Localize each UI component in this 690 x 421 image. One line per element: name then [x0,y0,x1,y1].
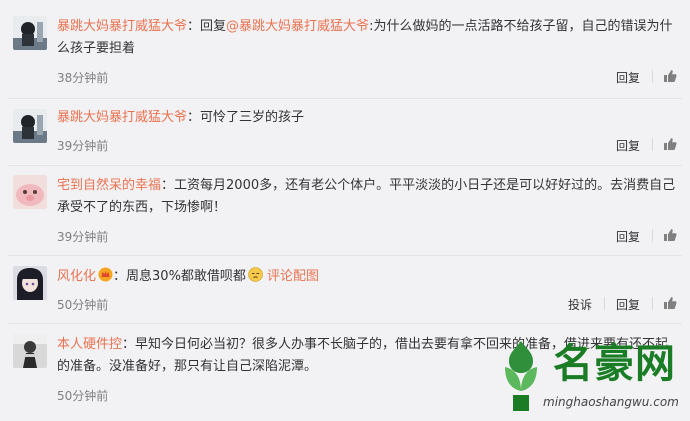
comment-separator: ： [161,178,175,193]
thumbs-up-icon [664,297,677,309]
comment-body: 暴跳大妈暴打威猛大爷：回复@暴跳大妈暴打威猛大爷:为什么做妈的一点活路不给孩子留… [57,16,676,60]
like-button[interactable] [663,228,677,242]
comment-image-link[interactable]: 评论配图 [267,269,319,284]
comment-list: 暴跳大妈暴打威猛大爷：回复@暴跳大妈暴打威猛大爷:为什么做妈的一点活路不给孩子留… [0,0,690,421]
watermark-url: minghaoshangwu.com [543,395,679,409]
crown-emoji-icon [98,267,113,282]
comment-item: 风化化 ：周息30%都敢借呗都 评论配图 50分钟前 投诉 回复 [0,256,690,323]
watermark-logo [505,341,537,411]
reply-button[interactable]: 回复 [616,296,640,313]
comment-time: 50分钟前 [57,298,109,312]
watermark-title: 名豪网 [553,341,676,387]
avatar[interactable] [13,266,47,300]
avatar[interactable] [13,334,47,368]
comment-username[interactable]: 宅到自然呆的幸福 [57,178,161,193]
comment-time: 50分钟前 [57,389,109,403]
comment-username[interactable]: 暴跳大妈暴打威猛大爷 [57,110,187,125]
reply-word: 回复 [200,19,227,34]
action-divider [652,229,653,242]
reply-button[interactable]: 回复 [616,228,640,245]
action-divider [652,70,653,83]
action-divider [652,138,653,151]
thumbs-up-icon [664,138,677,150]
comment-body: 风化化 ：周息30%都敢借呗都 评论配图 [57,266,676,288]
comment-username[interactable]: 本人硬件控 [57,337,122,352]
avatar[interactable] [13,16,47,50]
reply-target-mention[interactable]: @暴跳大妈暴打威猛大爷 [226,19,369,34]
sleepy-face-emoji-icon [248,267,263,282]
watermark: 名豪网 minghaoshangwu.com [491,337,690,421]
like-button[interactable] [663,69,677,83]
comment-separator: ： [187,110,201,125]
comment-separator: ： [113,269,127,284]
action-divider [652,297,653,310]
report-button[interactable]: 投诉 [568,296,592,313]
comment-username[interactable]: 暴跳大妈暴打威猛大爷 [57,19,187,34]
thumbs-up-icon [664,70,677,82]
avatar[interactable] [13,175,47,209]
comment-item: 暴跳大妈暴打威猛大爷：回复@暴跳大妈暴打威猛大爷:为什么做妈的一点活路不给孩子留… [0,0,690,98]
reply-button[interactable]: 回复 [616,69,640,86]
avatar[interactable] [13,109,47,143]
thumbs-up-icon [664,229,677,241]
reply-button[interactable]: 回复 [616,137,640,154]
action-divider [604,297,605,310]
like-button[interactable] [663,296,677,310]
comment-time: 39分钟前 [57,230,109,244]
comment-separator: ： [187,19,201,34]
comment-item: 宅到自然呆的幸福：工资每月2000多，还有老公个体户。平平淡淡的小日子还是可以好… [0,166,690,255]
comment-body: 暴跳大妈暴打威猛大爷：可怜了三岁的孩子 [57,107,676,129]
comment-time: 38分钟前 [57,71,109,85]
comment-item: 暴跳大妈暴打威猛大爷：可怜了三岁的孩子 39分钟前 回复 [0,99,690,165]
comment-separator: ： [122,337,136,352]
comment-body: 宅到自然呆的幸福：工资每月2000多，还有老公个体户。平平淡淡的小日子还是可以好… [57,175,676,219]
like-button[interactable] [663,137,677,151]
comment-text: 周息30%都敢借呗都 [126,269,246,284]
comment-username[interactable]: 风化化 [57,269,96,284]
comment-time: 39分钟前 [57,139,109,153]
comment-text: 可怜了三岁的孩子 [200,110,305,125]
